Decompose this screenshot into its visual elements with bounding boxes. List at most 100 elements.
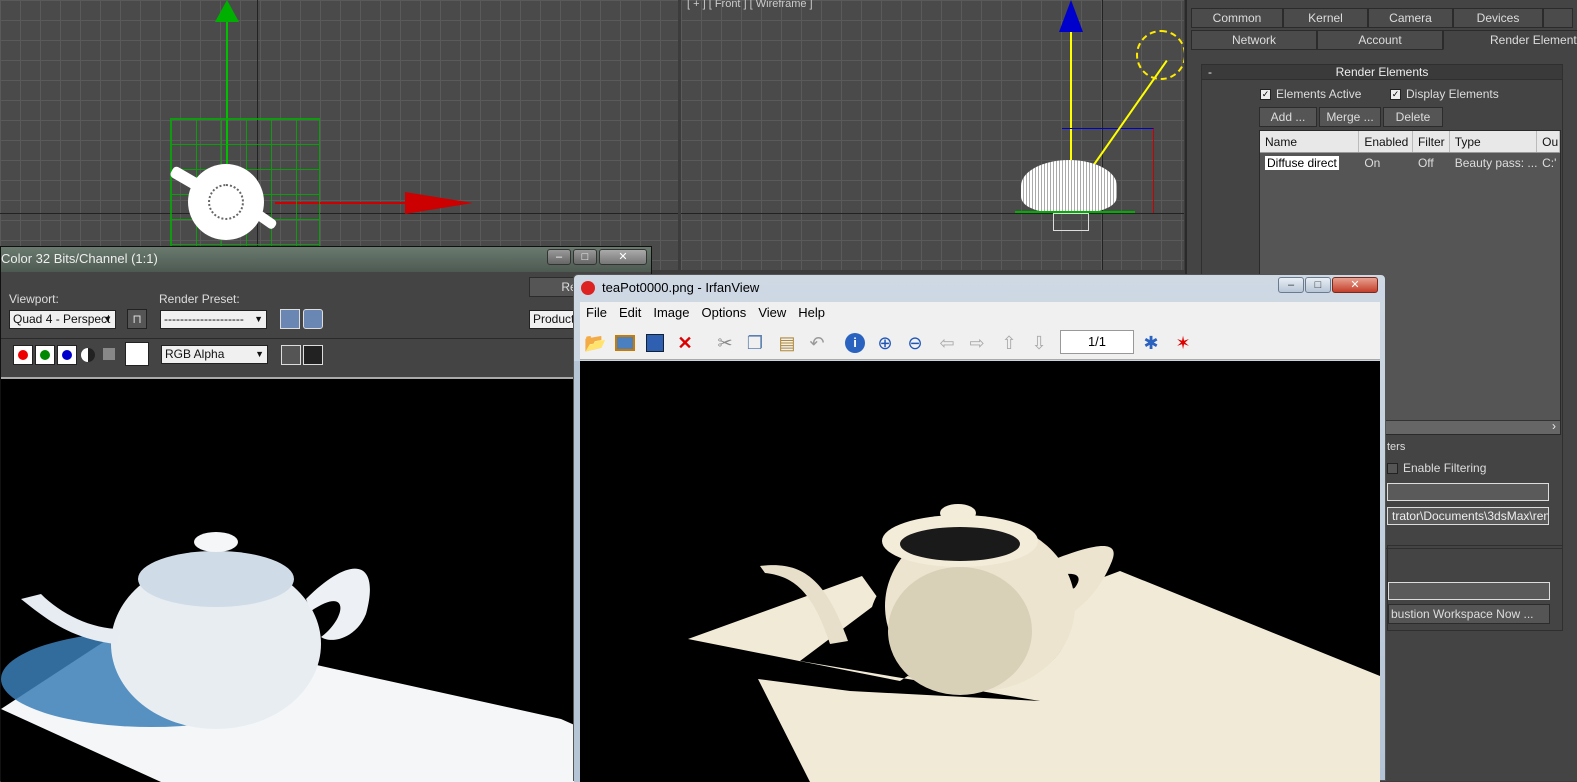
page-indicator[interactable]: 1/1 [1060,330,1134,354]
diffuse-direct-teapot-image [688,504,1380,782]
render-preset-dropdown[interactable]: -------------------- ▼ [160,310,267,329]
gizmo-z-arrow-icon[interactable] [1059,0,1083,32]
menu-view[interactable]: View [752,302,792,324]
render-preset-value: -------------------- [164,312,244,326]
minimize-button[interactable]: – [1278,277,1304,293]
last-page-icon[interactable]: ⇩ [1028,332,1050,354]
color-swatch[interactable] [125,342,149,366]
render-preset-label: Render Preset: [159,292,240,306]
rollout-header[interactable]: - Render Elements [1202,65,1562,80]
green-dot-icon [40,350,50,360]
checkbox-icon [1387,463,1398,475]
display-toggle-icon[interactable] [281,345,301,365]
col-output[interactable]: Ou [1537,131,1560,152]
col-enabled[interactable]: Enabled [1359,131,1413,152]
irfanview-titlebar[interactable]: teaPot0000.png - IrfanView – □ ✕ [574,275,1385,301]
perspective-viewport[interactable] [0,0,678,270]
irfanview-image-area[interactable] [580,361,1380,782]
table-row[interactable]: Diffuse direct On Off Beauty pass: ... C… [1260,153,1560,173]
output-path-field[interactable]: trator\Documents\3dsMax\rende [1387,507,1549,525]
first-page-icon[interactable]: ⇧ [998,332,1020,354]
open-folder-icon[interactable]: 📂 [584,332,606,354]
gizmo-x-arrow-icon[interactable] [405,192,473,214]
elements-active-label: Elements Active [1276,87,1362,101]
cut-icon[interactable]: ✂ [714,332,736,354]
channel-dropdown[interactable]: RGB Alpha ▼ [161,345,268,364]
sun-light-icon[interactable] [1136,30,1184,80]
tab-render-elements[interactable]: Render Elements [1443,30,1577,50]
lock-icon[interactable]: ⊓ [127,309,147,329]
properties-icon[interactable]: ✱ [1140,332,1162,354]
teapot-wireframe[interactable] [1021,160,1117,212]
merge-button[interactable]: Merge ... [1319,107,1381,127]
undo-icon[interactable]: ↶ [806,332,828,354]
elements-active-checkbox[interactable]: ✓ Elements Active [1260,87,1361,101]
frame-buffer-titlebar[interactable]: Color 32 Bits/Channel (1:1) – □ ✕ [1,247,651,272]
environment-icon[interactable] [303,309,323,329]
display-elements-checkbox[interactable]: ✓ Display Elements [1390,87,1499,101]
save-icon[interactable] [644,332,666,354]
zoom-out-icon[interactable]: ⊖ [904,332,926,354]
tab-overflow[interactable] [1543,8,1573,28]
thumbnails-icon[interactable] [614,332,636,354]
tab-camera[interactable]: Camera [1368,8,1453,28]
tab-kernel[interactable]: Kernel [1283,8,1368,28]
col-filter[interactable]: Filter [1413,131,1450,152]
close-button[interactable]: ✕ [599,249,647,265]
delete-icon[interactable]: ✕ [674,332,696,354]
window-title: teaPot0000.png - IrfanView [602,280,760,295]
mono-icon[interactable] [103,348,115,360]
add-button[interactable]: Add ... [1259,107,1317,127]
menu-image[interactable]: Image [647,302,695,324]
front-viewport[interactable]: [ + ] [ Front ] [ Wireframe ] [681,0,1184,270]
menu-help[interactable]: Help [792,302,831,324]
enable-filtering-checkbox[interactable]: Enable Filtering [1387,461,1486,475]
tab-devices[interactable]: Devices [1453,8,1543,28]
chevron-down-icon: ▼ [254,314,263,324]
close-button[interactable]: ✕ [1332,277,1378,293]
minimize-button[interactable]: – [547,249,571,265]
col-name[interactable]: Name [1260,131,1360,152]
cell-name[interactable]: Diffuse direct [1265,156,1339,170]
paste-icon[interactable]: ▤ [776,332,798,354]
red-dot-icon [18,350,28,360]
red-channel-toggle[interactable] [13,345,33,365]
info-icon[interactable]: i [844,332,866,354]
teapot-lid-ring [208,184,244,220]
maximize-button[interactable]: □ [1305,277,1331,293]
irfanview-about-icon[interactable]: ✶ [1172,332,1194,354]
delete-button[interactable]: Delete [1383,107,1443,127]
copy-icon[interactable]: ❐ [744,332,766,354]
menu-options[interactable]: Options [696,302,753,324]
rendered-teapot-image [1,532,651,782]
previous-icon[interactable]: ⇦ [936,332,958,354]
col-type[interactable]: Type [1450,131,1538,152]
menu-edit[interactable]: Edit [613,302,647,324]
tab-common[interactable]: Common [1191,8,1283,28]
filter-name-field[interactable] [1387,483,1549,501]
scroll-right-icon[interactable]: › [1552,419,1556,433]
tab-network[interactable]: Network [1191,30,1317,50]
render-setup-icon[interactable] [280,309,300,329]
maximize-button[interactable]: □ [573,249,597,265]
create-workspace-button[interactable]: bustion Workspace Now ... [1388,604,1550,624]
cell-filter: Off [1417,156,1434,170]
menu-file[interactable]: File [580,302,613,324]
viewport-label[interactable]: [ + ] [ Front ] [ Wireframe ] [687,0,813,10]
combustion-field[interactable] [1388,582,1550,600]
display-window-icon[interactable] [303,345,323,365]
zoom-in-icon[interactable]: ⊕ [874,332,896,354]
gizmo-y-arrow-icon[interactable] [215,0,239,22]
viewport-dropdown[interactable]: Quad 4 - Perspect ▼ [9,310,116,329]
rendered-image [1,379,651,782]
chevron-down-icon: ▼ [103,314,112,324]
cell-output: C:' [1542,156,1557,170]
filter-section: ters Enable Filtering trator\Documents\3… [1387,441,1563,541]
green-channel-toggle[interactable] [35,345,55,365]
alpha-icon[interactable] [81,348,95,362]
rollout-collapse-icon[interactable]: - [1208,65,1212,79]
checkmark-icon: ✓ [1390,89,1401,101]
tab-account[interactable]: Account [1317,30,1443,50]
next-icon[interactable]: ⇨ [966,332,988,354]
blue-channel-toggle[interactable] [57,345,77,365]
